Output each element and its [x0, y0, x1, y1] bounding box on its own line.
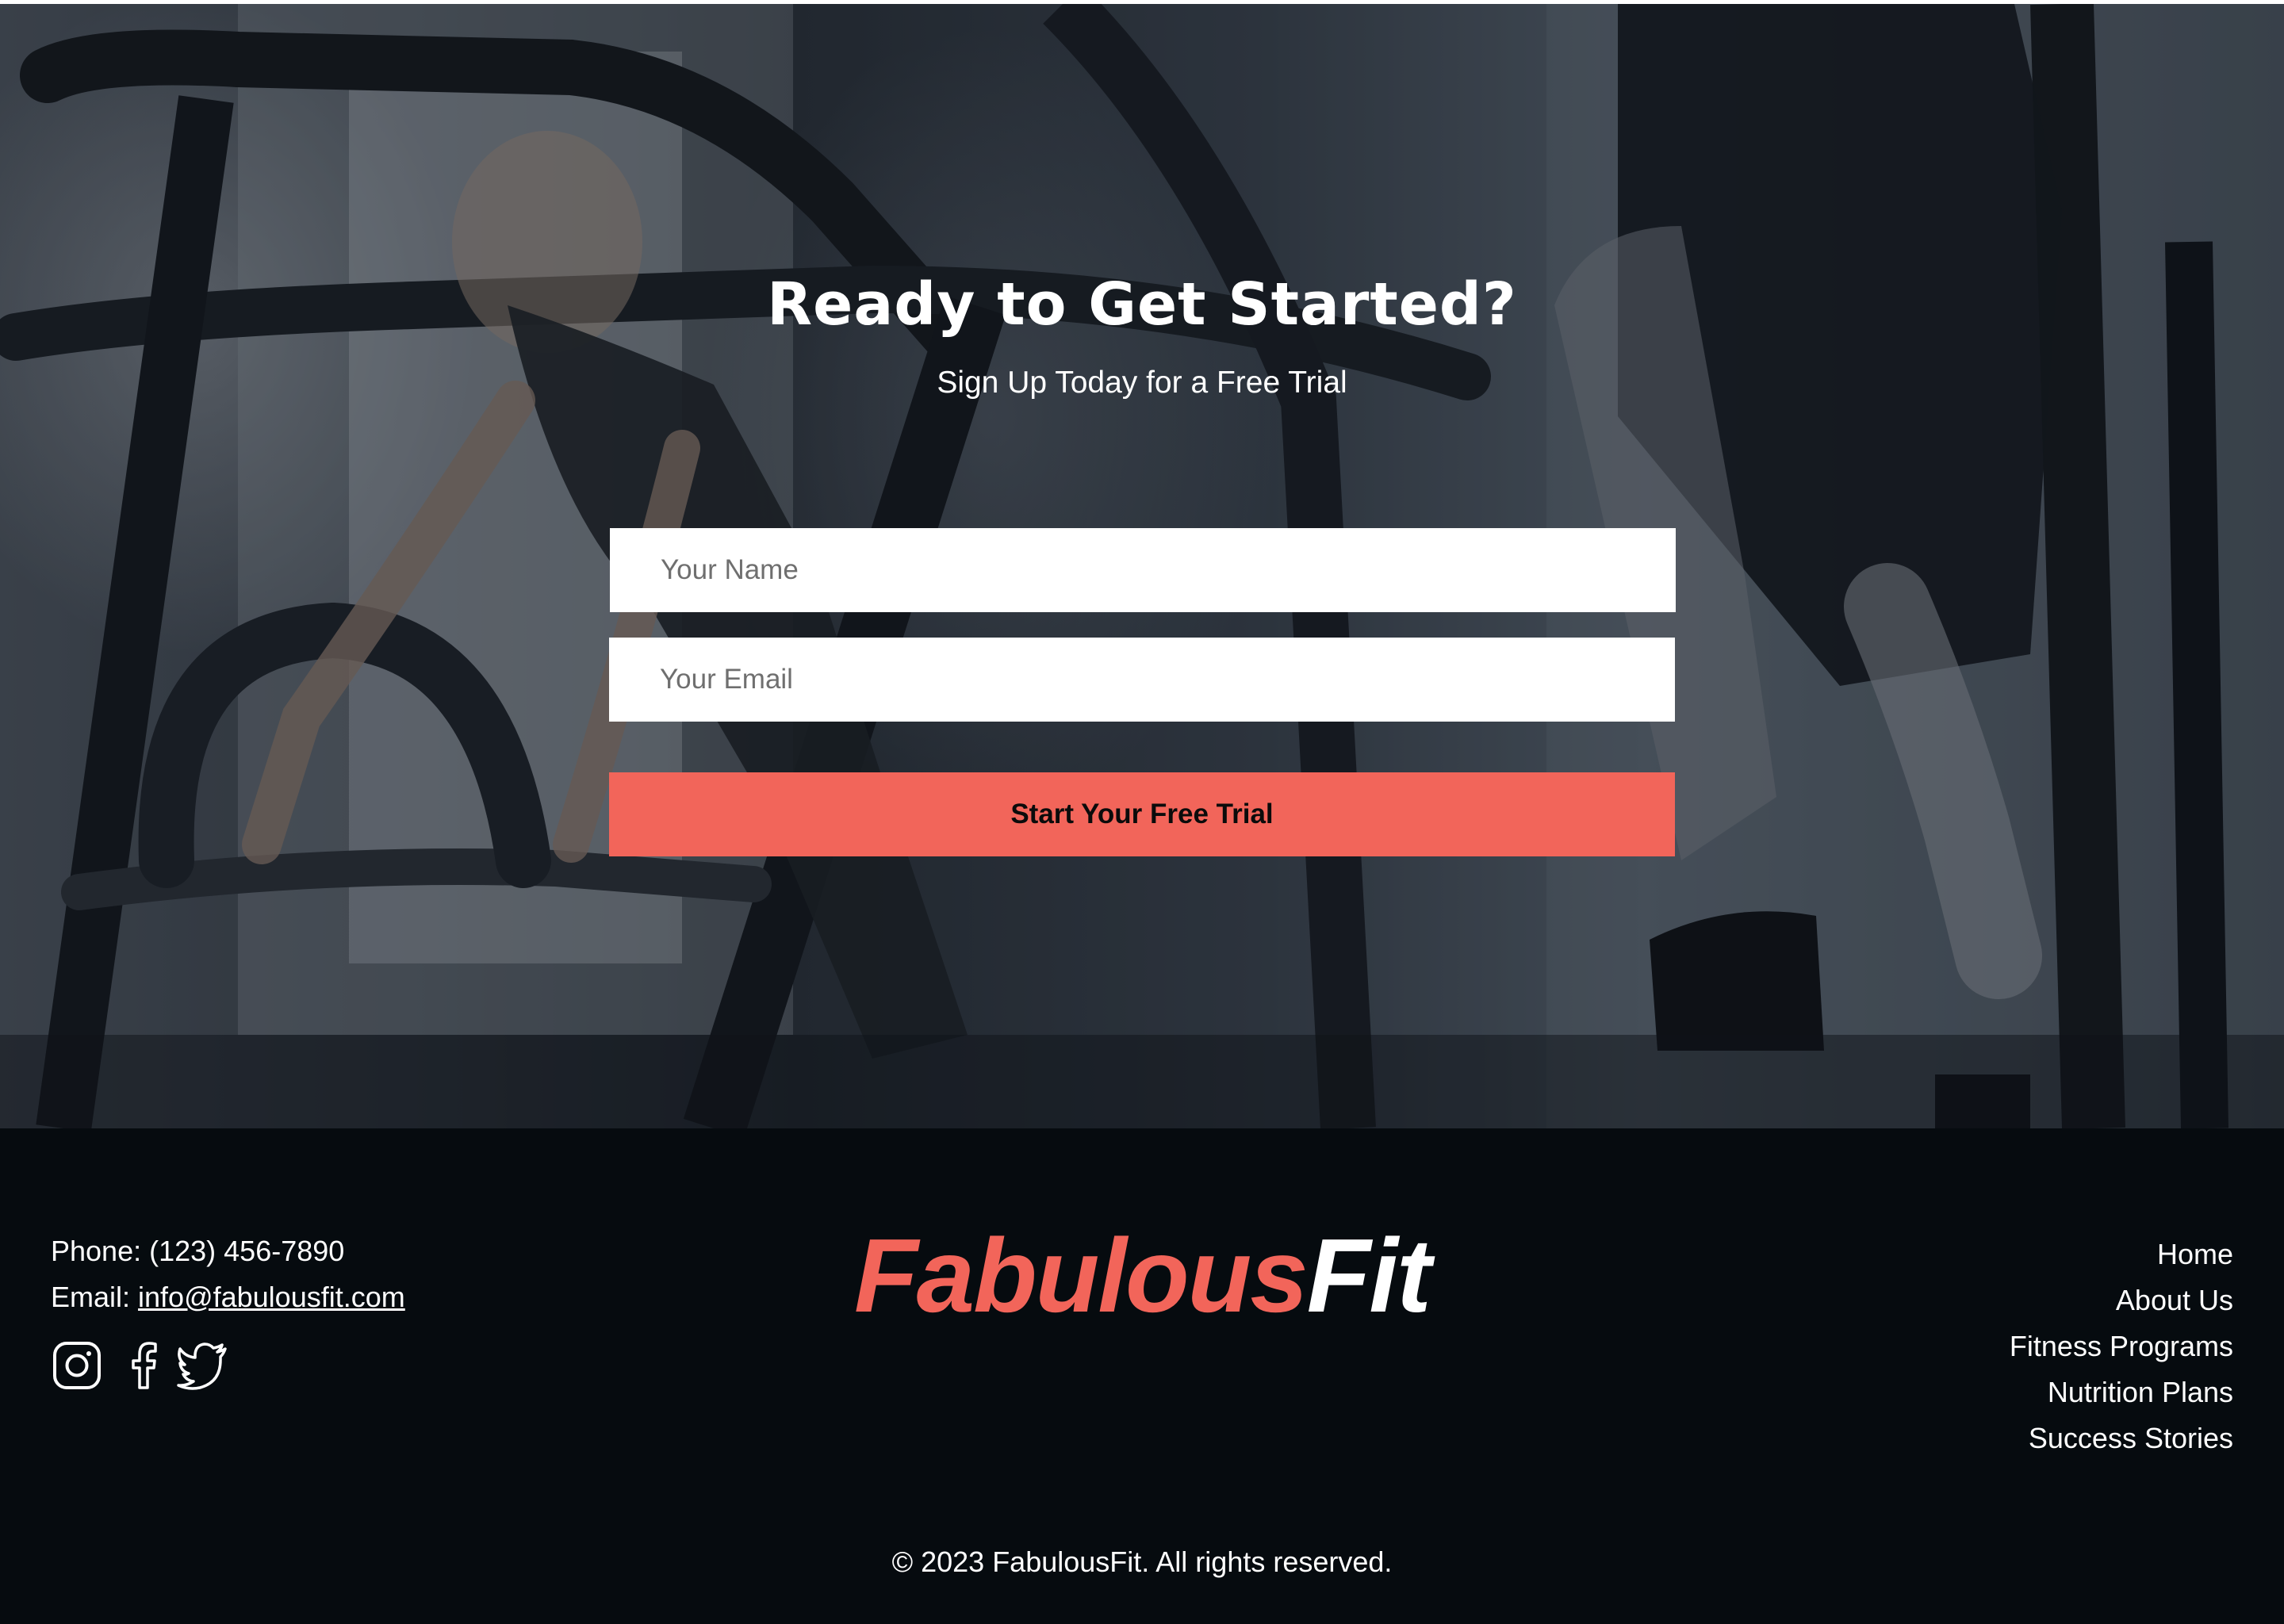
hero-title: Ready to Get Started? — [767, 270, 1517, 339]
copyright: © 2023 FabulousFit. All rights reserved. — [891, 1545, 1393, 1578]
footer-nav-nutrition-plans[interactable]: Nutrition Plans — [2010, 1369, 2233, 1415]
start-free-trial-button[interactable]: Start Your Free Trial — [609, 772, 1675, 856]
twitter-icon[interactable] — [176, 1339, 228, 1392]
logo-part-fit: Fit — [1306, 1217, 1431, 1334]
footer-nav-success-stories[interactable]: Success Stories — [2010, 1415, 2233, 1461]
facebook-icon[interactable] — [117, 1339, 170, 1392]
email-input[interactable] — [609, 638, 1675, 722]
footer-nav-about-us[interactable]: About Us — [2010, 1277, 2233, 1323]
logo-part-fabulous: Fabulous — [854, 1217, 1309, 1334]
hero-subtitle: Sign Up Today for a Free Trial — [937, 366, 1347, 400]
name-input[interactable] — [610, 528, 1676, 612]
instagram-icon[interactable] — [51, 1339, 103, 1392]
page: Ready to Get Started? Sign Up Today for … — [0, 0, 2284, 1624]
footer-nav-fitness-programs[interactable]: Fitness Programs — [2010, 1323, 2233, 1369]
footer: Phone: (123) 456-7890 Email: info@fabulo… — [0, 1128, 2284, 1624]
fabulousfit-logo[interactable]: FabulousFit — [0, 1224, 2284, 1328]
footer-nav: Home About Us Fitness Programs Nutrition… — [2010, 1231, 2233, 1461]
footer-nav-home[interactable]: Home — [2010, 1231, 2233, 1277]
